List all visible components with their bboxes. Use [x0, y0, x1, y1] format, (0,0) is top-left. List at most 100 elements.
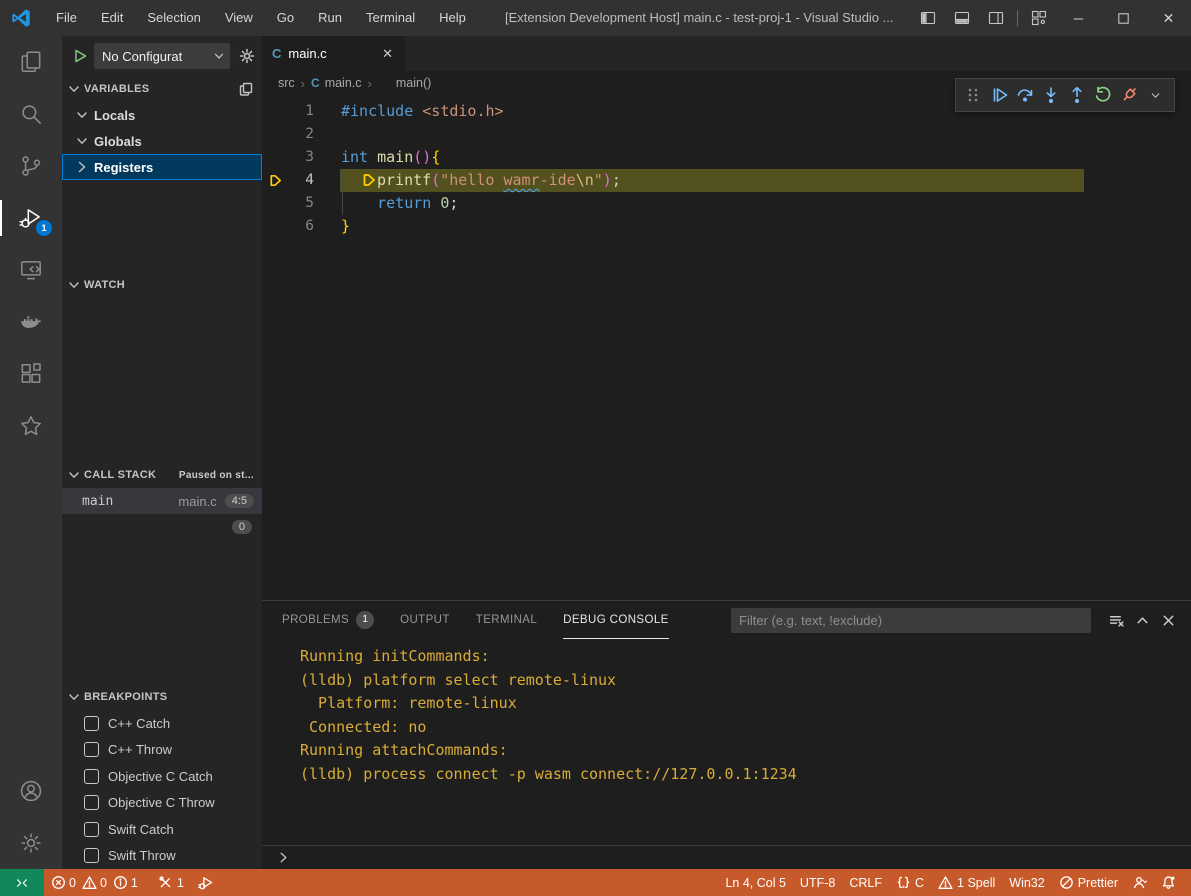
start-debug-icon[interactable] [72, 48, 88, 64]
panel-tab-problems[interactable]: PROBLEMS1 [282, 601, 374, 639]
clear-console-button[interactable] [1103, 607, 1129, 633]
variables-scope-globals[interactable]: Globals [62, 128, 262, 154]
stack-extra-row[interactable]: 0 [62, 514, 262, 540]
checkbox[interactable] [84, 769, 99, 784]
glyph-margin[interactable] [262, 146, 288, 169]
checkbox[interactable] [84, 822, 99, 837]
checkbox[interactable] [84, 742, 99, 757]
breakpoint-swift-throw[interactable]: Swift Throw [62, 843, 262, 870]
menu-help[interactable]: Help [427, 0, 478, 36]
activity-settings-gear[interactable] [0, 817, 62, 869]
step-into-button[interactable] [1038, 82, 1064, 108]
gear-icon[interactable] [238, 47, 256, 65]
maximize-button[interactable] [1101, 0, 1146, 36]
code-line-6[interactable]: 6} [262, 215, 1191, 238]
breakpoint-swift-catch[interactable]: Swift Catch [62, 816, 262, 843]
menu-go[interactable]: Go [265, 0, 306, 36]
copy-icon[interactable] [238, 81, 254, 97]
close-button[interactable] [1155, 607, 1181, 633]
status-prettier[interactable]: Prettier [1052, 869, 1125, 896]
layout-sidebar-right-button[interactable] [979, 0, 1013, 36]
minimize-button[interactable] [1056, 0, 1101, 36]
customize-layout-button[interactable] [1022, 0, 1056, 36]
glyph-margin[interactable] [262, 123, 288, 146]
activity-explorer[interactable] [0, 36, 62, 88]
activity-account[interactable] [0, 765, 62, 817]
layout-sidebar-button[interactable] [911, 0, 945, 36]
checkbox[interactable] [84, 795, 99, 810]
console-filter-input[interactable] [731, 608, 1091, 633]
status-ln-4-col-5[interactable]: Ln 4, Col 5 [718, 869, 792, 896]
step-out-icon [1067, 85, 1087, 105]
activity-star[interactable] [0, 400, 62, 452]
code-line-4[interactable]: 4printf("hello wamr-ide\n"); [262, 169, 1191, 192]
problems-status[interactable]: 001 [44, 869, 151, 896]
activity-source-control[interactable] [0, 140, 62, 192]
status-bell[interactable] [1154, 869, 1183, 896]
status-1-spell[interactable]: 1 Spell [931, 869, 1002, 896]
breakpoint-c-catch[interactable]: C++ Catch [62, 710, 262, 737]
launch-config-dropdown[interactable]: No Configurat [94, 43, 230, 69]
breakpoints-section-header[interactable]: BREAKPOINTS [62, 684, 262, 710]
breakpoint-c-throw[interactable]: C++ Throw [62, 737, 262, 764]
menu-selection[interactable]: Selection [135, 0, 212, 36]
code-line-5[interactable]: 5 return 0; [262, 192, 1191, 215]
continue-button[interactable] [986, 82, 1012, 108]
status-utf-8[interactable]: UTF-8 [793, 869, 842, 896]
checkbox[interactable] [84, 716, 99, 731]
breadcrumb-separator: › [368, 76, 372, 91]
activity-extensions[interactable] [0, 348, 62, 400]
activity-run-debug[interactable]: 1 [0, 192, 62, 244]
variables-scope-locals[interactable]: Locals [62, 102, 262, 128]
menu-run[interactable]: Run [306, 0, 354, 36]
glyph-margin[interactable] [262, 215, 288, 238]
breadcrumb-src[interactable]: src [278, 76, 295, 90]
breadcrumb-main-c[interactable]: C main.c [311, 76, 362, 90]
status-debug-status[interactable] [191, 869, 220, 896]
debug-console-input[interactable] [262, 845, 1191, 869]
glyph-margin[interactable] [262, 192, 288, 215]
panel-tab-terminal[interactable]: TERMINAL [476, 601, 537, 639]
restart-button[interactable] [1090, 82, 1116, 108]
step-out-button[interactable] [1064, 82, 1090, 108]
panel-tab-debug-console[interactable]: DEBUG CONSOLE [563, 601, 669, 639]
layout-panel-button[interactable] [945, 0, 979, 36]
status-c[interactable]: C [889, 869, 931, 896]
activity-remote-explorer[interactable] [0, 244, 62, 296]
activity-search[interactable] [0, 88, 62, 140]
stack-frame-row[interactable]: main main.c 4:5 [62, 488, 262, 514]
chevron-up-button[interactable] [1129, 607, 1155, 633]
panel-tab-output[interactable]: OUTPUT [400, 601, 450, 639]
code-line-2[interactable]: 2 [262, 123, 1191, 146]
menu-terminal[interactable]: Terminal [354, 0, 427, 36]
activity-docker[interactable] [0, 296, 62, 348]
call-stack-section-header[interactable]: CALL STACK Paused on st... [62, 462, 262, 488]
status-person[interactable] [1125, 869, 1154, 896]
close-button[interactable]: ✕ [1146, 0, 1191, 36]
variables-section-header[interactable]: VARIABLES [62, 76, 262, 102]
chevron-down-button[interactable] [1142, 82, 1168, 108]
step-over-button[interactable] [1012, 82, 1038, 108]
watch-section-header[interactable]: WATCH [62, 272, 262, 298]
status-win32[interactable]: Win32 [1002, 869, 1051, 896]
status-crlf[interactable]: CRLF [842, 869, 889, 896]
variables-scope-registers[interactable]: Registers [62, 154, 262, 180]
menu-view[interactable]: View [213, 0, 265, 36]
breadcrumb-main-symbol[interactable]: main() [378, 76, 431, 90]
menu-edit[interactable]: Edit [89, 0, 135, 36]
code-editor[interactable]: 1#include <stdio.h>23int main(){4printf(… [262, 95, 1191, 600]
status-1[interactable]: 1 [151, 869, 191, 896]
glyph-margin[interactable] [262, 169, 288, 192]
close-icon[interactable]: ✕ [380, 44, 395, 64]
disconnect-button[interactable] [1116, 82, 1142, 108]
glyph-margin[interactable] [262, 100, 288, 123]
code-token: int [341, 148, 368, 166]
breakpoint-objective-c-throw[interactable]: Objective C Throw [62, 790, 262, 817]
tab-main-c[interactable]: C main.c ✕ [262, 36, 405, 71]
menu-file[interactable]: File [44, 0, 89, 36]
remote-indicator[interactable] [0, 869, 44, 896]
code-line-3[interactable]: 3int main(){ [262, 146, 1191, 169]
vscode-logo-icon [10, 7, 32, 29]
checkbox[interactable] [84, 848, 99, 863]
breakpoint-objective-c-catch[interactable]: Objective C Catch [62, 763, 262, 790]
